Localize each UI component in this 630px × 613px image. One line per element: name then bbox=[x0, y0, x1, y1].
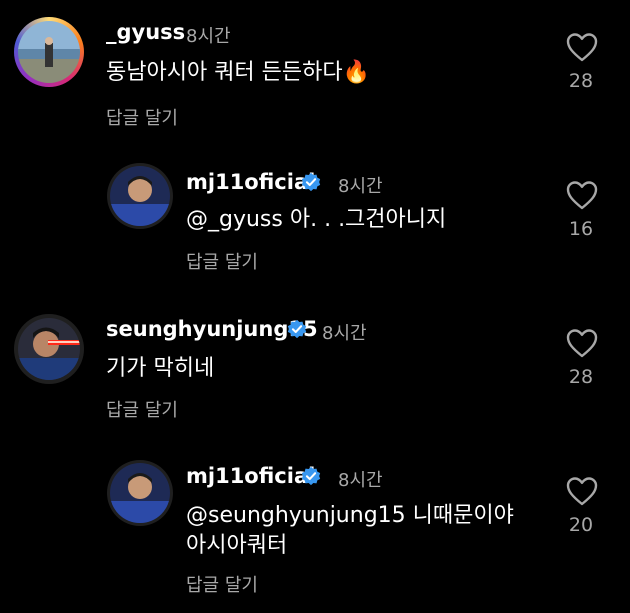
reply-button[interactable]: 답글 달기 bbox=[106, 396, 178, 422]
avatar-photo-icon bbox=[110, 166, 170, 226]
comment-timestamp: 8시간 bbox=[186, 26, 231, 47]
avatar-photo-icon bbox=[110, 463, 170, 523]
like-count: 28 bbox=[568, 366, 594, 388]
heart-outline-icon[interactable] bbox=[566, 32, 598, 62]
avatar-gyuss[interactable] bbox=[18, 21, 80, 83]
comment-text: 동남아시아 쿼터 든든하다🔥 bbox=[106, 58, 370, 88]
verified-badge-icon bbox=[301, 466, 321, 486]
reply-button[interactable]: 답글 달기 bbox=[186, 571, 258, 597]
comment-timestamp: 8시간 bbox=[338, 470, 383, 491]
comment-username[interactable]: mj11oficial bbox=[186, 170, 315, 194]
reply-button[interactable]: 답글 달기 bbox=[106, 104, 178, 130]
comment-body: 아. . .그건아니지 bbox=[282, 207, 447, 232]
comment-1: _gyuss 8시간 동남아시아 쿼터 든든하다🔥 답글 달기 28 bbox=[0, 0, 630, 150]
avatar-mj11oficial[interactable] bbox=[110, 463, 170, 523]
comment-3: seunghyunjung15 8시간 기가 막히네 답글 달기 28 bbox=[0, 290, 630, 440]
heart-outline-icon[interactable] bbox=[566, 328, 598, 358]
like-count: 28 bbox=[568, 70, 594, 92]
comment-username[interactable]: _gyuss bbox=[106, 20, 185, 44]
reply-button[interactable]: 답글 달기 bbox=[186, 248, 258, 274]
avatar-mj11oficial[interactable] bbox=[110, 166, 170, 226]
comment-body: 니때문이야 bbox=[405, 503, 514, 528]
mention-link[interactable]: @_gyuss bbox=[186, 207, 283, 232]
avatar-seunghyunjung15[interactable] bbox=[18, 318, 80, 380]
verified-badge-icon bbox=[301, 172, 321, 192]
comment-timestamp: 8시간 bbox=[338, 176, 383, 197]
avatar-photo-icon bbox=[18, 318, 80, 380]
comment-text-line2: 아시아쿼터 bbox=[186, 533, 288, 558]
comment-body: 동남아시아 쿼터 든든하다 bbox=[106, 60, 343, 85]
verified-badge-icon bbox=[287, 319, 307, 339]
comment-2-reply: mj11oficial 8시간 @_gyuss 아. . .그건아니지 답글 달… bbox=[0, 150, 630, 290]
comment-text: 기가 막히네 bbox=[106, 356, 215, 381]
comment-username[interactable]: mj11oficial bbox=[186, 464, 315, 488]
mention-link[interactable]: @seunghyunjung15 bbox=[186, 503, 406, 528]
comment-text: @seunghyunjung15 니때문이야 bbox=[186, 501, 514, 531]
avatar-photo-icon bbox=[18, 21, 80, 83]
like-count: 20 bbox=[568, 514, 594, 536]
fire-emoji-icon: 🔥 bbox=[342, 60, 371, 85]
comment-timestamp: 8시간 bbox=[322, 323, 367, 344]
heart-outline-icon[interactable] bbox=[566, 476, 598, 506]
like-count: 16 bbox=[568, 218, 594, 240]
heart-outline-icon[interactable] bbox=[566, 180, 598, 210]
comment-4-reply: mj11oficial 8시간 @seunghyunjung15 니때문이야 아… bbox=[0, 440, 630, 613]
comment-text: @_gyuss 아. . .그건아니지 bbox=[186, 205, 446, 235]
